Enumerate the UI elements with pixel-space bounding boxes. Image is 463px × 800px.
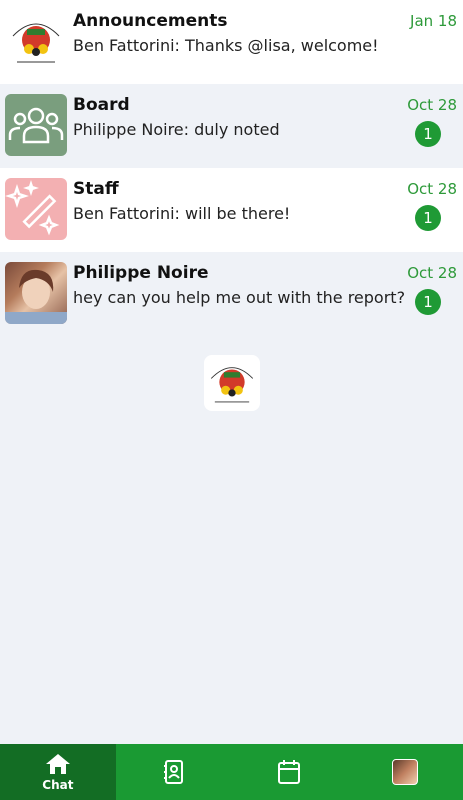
calendar-icon [278, 760, 301, 784]
chat-preview: Ben Fattorini: will be there! [73, 204, 291, 223]
contacts-icon [163, 760, 183, 784]
tab-contacts[interactable] [116, 744, 232, 800]
chat-date: Oct 28 [407, 264, 457, 282]
unread-badge: 1 [415, 205, 441, 231]
chat-preview: Ben Fattorini: Thanks @lisa, welcome! [73, 36, 379, 55]
bottom-tab-bar: Chat [0, 744, 463, 800]
unread-badge: 1 [415, 121, 441, 147]
profile-avatar [392, 759, 419, 785]
chat-list: Announcements Ben Fattorini: Thanks @lis… [0, 0, 463, 336]
tab-profile[interactable] [347, 744, 463, 800]
tab-chat[interactable]: Chat [0, 744, 116, 800]
chat-item-staff[interactable]: Staff Ben Fattorini: will be there! Oct … [0, 168, 463, 252]
tab-calendar[interactable] [232, 744, 348, 800]
chat-date: Oct 28 [407, 180, 457, 198]
magic-wand-icon [5, 178, 67, 240]
chat-title: Philippe Noire [73, 263, 209, 283]
user-photo [5, 262, 67, 324]
chat-title: Staff [73, 179, 119, 199]
tab-label: Chat [42, 778, 74, 792]
chat-title: Announcements [73, 11, 228, 31]
logo-icon [5, 10, 67, 72]
chat-item-announcements[interactable]: Announcements Ben Fattorini: Thanks @lis… [0, 0, 463, 84]
chat-item-philippe-noire[interactable]: Philippe Noire hey can you help me out w… [0, 252, 463, 336]
chat-date: Jan 18 [410, 12, 457, 30]
chat-date: Oct 28 [407, 96, 457, 114]
home-icon [45, 754, 70, 774]
chat-preview: hey can you help me out with the report? [73, 288, 406, 307]
center-logo-icon [204, 355, 260, 411]
unread-badge: 1 [415, 289, 441, 315]
chat-title: Board [73, 95, 130, 115]
group-icon [5, 94, 67, 156]
chat-preview: Philippe Noire: duly noted [73, 120, 280, 139]
chat-item-board[interactable]: Board Philippe Noire: duly noted Oct 28 … [0, 84, 463, 168]
